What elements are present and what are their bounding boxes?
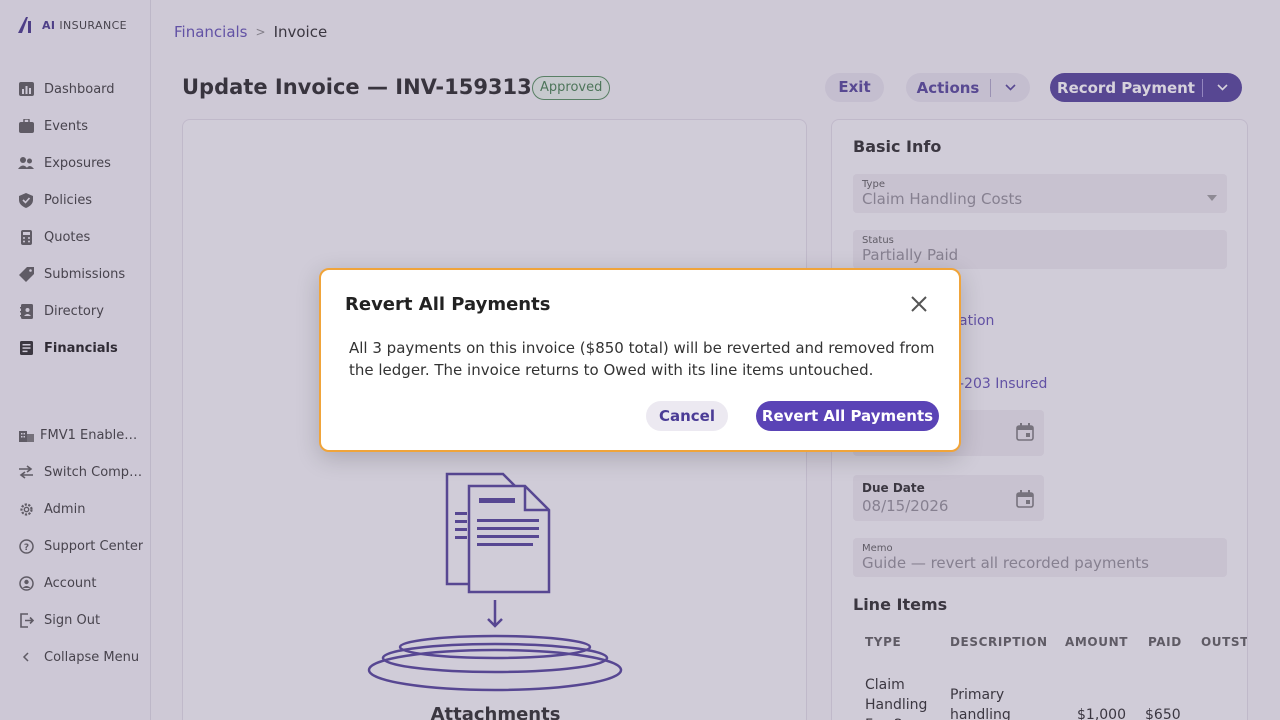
dialog-title: Revert All Payments (345, 294, 551, 315)
revert-payments-dialog: Revert All Payments All 3 payments on th… (319, 268, 961, 452)
dialog-message: All 3 payments on this invoice ($850 tot… (349, 339, 935, 379)
close-icon[interactable] (909, 294, 929, 314)
cancel-button[interactable]: Cancel (646, 401, 728, 431)
revert-all-payments-button[interactable]: Revert All Payments (756, 401, 939, 431)
